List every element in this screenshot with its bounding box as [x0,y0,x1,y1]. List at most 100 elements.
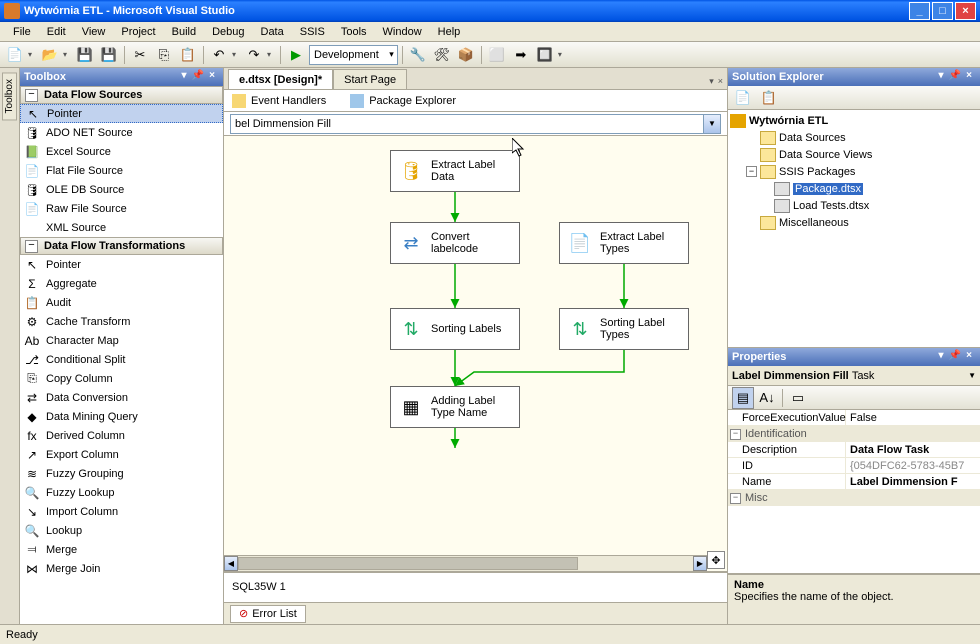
toolbox-category[interactable]: Data Flow Transformations [20,237,223,255]
close-button[interactable]: × [955,2,976,20]
alphabetical-button[interactable]: A↓ [756,387,778,409]
scroll-right-button[interactable]: ▶ [693,556,707,571]
solution-tree[interactable]: Wytwórnia ETL Data Sources Data Source V… [728,110,980,347]
dropdown-icon[interactable]: ▾ [63,50,72,59]
dropdown-icon[interactable]: ▾ [934,350,948,364]
paste-button[interactable]: 📋 [177,44,199,66]
tool-icon[interactable]: ⬜ [486,44,508,66]
tree-folder[interactable]: Data Sources [730,129,978,146]
toolbox-item[interactable]: AbCharacter Map [20,331,223,350]
tool-icon[interactable]: 🔧 [407,44,429,66]
task-combo[interactable]: bel Dimmension Fill ▼ [230,114,721,134]
tab-close-icon[interactable]: × [718,76,723,87]
flow-node-extract-label-data[interactable]: 🛢Extract Label Data [390,150,520,192]
menu-help[interactable]: Help [431,24,468,40]
properties-grid[interactable]: ForceExecutionValueFalse Identification … [728,410,980,574]
toolbox-item[interactable]: ⫤Merge [20,540,223,559]
tool-icon[interactable]: 📦 [455,44,477,66]
dropdown-icon[interactable]: ▾ [558,50,567,59]
categorized-button[interactable]: ▤ [732,387,754,409]
properties-button[interactable]: 📄 [732,87,754,109]
toolbox-item[interactable]: XML Source [20,218,223,237]
tool-icon[interactable]: ➡ [510,44,532,66]
toolbox-tab-collapsed[interactable]: Toolbox [2,72,17,120]
toolbox-item[interactable]: 📋Audit [20,293,223,312]
pan-handle[interactable]: ✥ [707,551,725,569]
dropdown-icon[interactable]: ▾ [934,70,948,84]
menu-build[interactable]: Build [165,24,203,40]
toolbox-item[interactable]: ◆Data Mining Query [20,407,223,426]
toolbox-item[interactable]: ⋈Merge Join [20,559,223,578]
menu-edit[interactable]: Edit [40,24,73,40]
menu-view[interactable]: View [75,24,113,40]
close-icon[interactable]: × [962,350,976,364]
dropdown-icon[interactable]: ▾ [232,50,241,59]
tab-dropdown-icon[interactable]: ▾ [709,76,714,87]
toolbox-item[interactable]: 🛢ADO NET Source [20,123,223,142]
tab-event-handlers[interactable]: Event Handlers [232,94,326,108]
pin-icon[interactable]: 📌 [191,70,205,84]
prop-category[interactable]: Misc [728,490,980,506]
dropdown-icon[interactable]: ▾ [177,70,191,84]
toolbox-item[interactable]: ↖Pointer [20,255,223,274]
toolbox-item[interactable]: 🔍Lookup [20,521,223,540]
tool-icon[interactable]: 🔲 [534,44,556,66]
toolbox-item[interactable]: 📄Flat File Source [20,161,223,180]
scroll-left-button[interactable]: ◀ [224,556,238,571]
new-project-button[interactable]: 📄 [4,44,26,66]
toolbox-item[interactable]: 📄Raw File Source [20,199,223,218]
toolbox-item[interactable]: ↘Import Column [20,502,223,521]
undo-button[interactable]: ↶ [208,44,230,66]
toolbox-item[interactable]: fxDerived Column [20,426,223,445]
flow-node-sorting-label-types[interactable]: ⇅Sorting Label Types [559,308,689,350]
property-pages-button[interactable]: ▭ [787,387,809,409]
menu-ssis[interactable]: SSIS [293,24,332,40]
tree-folder[interactable]: Data Source Views [730,146,978,163]
toolbox-item[interactable]: 🔍Fuzzy Lookup [20,483,223,502]
cut-button[interactable]: ✂ [129,44,151,66]
start-button[interactable]: ▶ [285,44,307,66]
tree-folder[interactable]: Miscellaneous [730,214,978,231]
tab-package-explorer[interactable]: Package Explorer [350,94,456,108]
tree-root[interactable]: Wytwórnia ETL [730,112,978,129]
minimize-button[interactable]: _ [909,2,930,20]
redo-button[interactable]: ↷ [243,44,265,66]
close-icon[interactable]: × [205,70,219,84]
collapse-icon[interactable]: − [746,166,757,177]
doc-tab[interactable]: Start Page [333,69,407,89]
tree-folder[interactable]: −SSIS Packages [730,163,978,180]
pin-icon[interactable]: 📌 [948,350,962,364]
toolbox-body[interactable]: Data Flow Sources ↖Pointer🛢ADO NET Sourc… [20,86,223,624]
pin-icon[interactable]: 📌 [948,70,962,84]
tool-icon[interactable]: 🛠 [431,44,453,66]
flow-node-adding-label-type-name[interactable]: ▦Adding Label Type Name [390,386,520,428]
menu-window[interactable]: Window [376,24,429,40]
close-icon[interactable]: × [962,70,976,84]
flow-node-sorting-labels[interactable]: ⇅Sorting Labels [390,308,520,350]
toolbox-item[interactable]: ⚙Cache Transform [20,312,223,331]
show-all-button[interactable]: 📋 [758,87,780,109]
horizontal-scrollbar[interactable]: ◀ ▶ [224,555,707,571]
maximize-button[interactable]: □ [932,2,953,20]
config-select[interactable]: Development [309,45,398,65]
toolbox-item[interactable]: ↖Pointer [20,104,223,123]
prop-category[interactable]: Identification [728,426,980,442]
toolbox-item[interactable]: ⎘Copy Column [20,369,223,388]
toolbox-item[interactable]: ≋Fuzzy Grouping [20,464,223,483]
tree-item-package[interactable]: Package.dtsx [730,180,978,197]
toolbox-item[interactable]: ↗Export Column [20,445,223,464]
toolbox-item[interactable]: 🛢OLE DB Source [20,180,223,199]
design-canvas[interactable]: 🛢Extract Label Data ⇄Convert labelcode 📄… [224,136,727,571]
dropdown-icon[interactable]: ▾ [28,50,37,59]
scroll-thumb[interactable] [238,557,578,570]
menu-data[interactable]: Data [254,24,291,40]
chevron-down-icon[interactable]: ▼ [703,115,720,133]
copy-button[interactable]: ⎘ [153,44,175,66]
save-all-button[interactable]: 💾 [98,44,120,66]
flow-node-extract-label-types[interactable]: 📄Extract Label Types [559,222,689,264]
doc-tab-active[interactable]: e.dtsx [Design]* [228,69,333,89]
menu-tools[interactable]: Tools [334,24,374,40]
properties-object-combo[interactable]: Label Dimmension Fill Task ▼ [728,366,980,386]
dropdown-icon[interactable]: ▾ [267,50,276,59]
tree-item[interactable]: Load Tests.dtsx [730,197,978,214]
